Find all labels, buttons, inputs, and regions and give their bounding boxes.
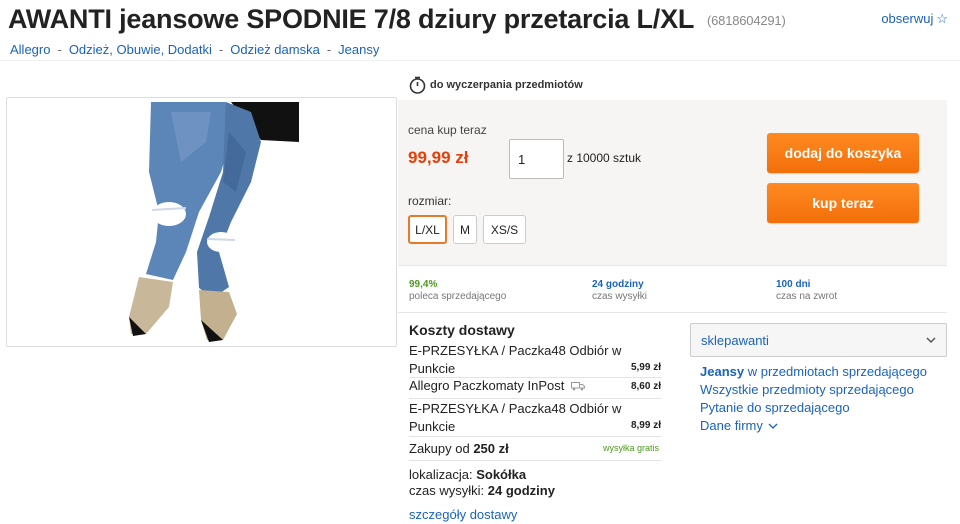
timer-label: do wyczerpania przedmiotów [430,79,583,91]
seller-dropdown[interactable]: sklepawanti [690,323,947,357]
breadcrumb-item-clothing[interactable]: Odzież, Obuwie, Dodatki [69,42,212,57]
offer-id: (6818604291) [707,13,786,29]
free-shipping-prefix: Zakupy od [409,441,470,456]
shipping-option-name: E-PRZESYŁKA / Paczka48 Odbiór w Punkcie [409,401,622,434]
price: 99,99 zł [408,148,469,167]
buy-now-button[interactable]: kup teraz [767,183,919,223]
shipping-details-link[interactable]: szczegóły dostawy [409,507,517,522]
breadcrumb-item-allegro[interactable]: Allegro [10,42,50,57]
size-option-l-xl[interactable]: L/XL [408,215,447,244]
stat-desc: czas wysyłki [592,291,648,302]
stat-desc: czas na zwrot [776,291,838,302]
star-icon: ☆ [936,11,948,26]
shipping-option-name: Allegro Paczkomaty InPost [409,378,565,393]
quantity-input[interactable] [509,139,564,179]
shipping-divider [409,436,661,437]
breadcrumb-separator: - [326,42,332,57]
size-options: L/XL M XS/S [408,215,526,244]
seller-all-items-link[interactable]: Wszystkie przedmioty sprzedającego [700,382,914,397]
company-data-link[interactable]: Dane firmy [700,418,778,433]
seller-links: Jeansy w przedmiotach sprzedającego Wszy… [700,363,927,435]
shipping-option-price: 8,99 zł [630,420,661,431]
shipping-option: E-PRZESYŁKA / Paczka48 Odbiór w Punkcie … [409,400,661,436]
shipping-option: E-PRZESYŁKA / Paczka48 Odbiór w Punkcie … [409,342,661,378]
buy-panel: cena kup teraz 99,99 zł z 10000 sztuk ro… [398,100,947,265]
stat-value: 24 godziny [592,279,644,290]
stat-value: 100 dni [776,279,811,290]
size-option-m[interactable]: M [453,215,477,244]
stopwatch-icon [409,76,426,94]
stock-timer: do wyczerpania przedmiotów [409,76,583,94]
size-option-xs-s[interactable]: XS/S [483,215,526,244]
location-label: lokalizacja: [409,467,473,482]
size-label: rozmiar: [408,194,452,208]
truck-icon [570,382,585,391]
chevron-down-icon [926,337,936,344]
stat-return-time[interactable]: 100 dni czas na zwrot [776,279,837,303]
quantity-available: z 10000 sztuk [567,151,642,165]
shipping-option-price: 8,60 zł [630,381,661,392]
shipping-title: Koszty dostawy [409,322,515,338]
breadcrumb: Allegro - Odzież, Obuwie, Dodatki - Odzież d… [10,42,379,57]
location-info: lokalizacja: Sokółka czas wysyłki: 24 go… [409,467,555,499]
page-title: AWANTI jeansowe SPODNIE 7/8 dziury przet… [8,4,786,35]
stat-shipping-time[interactable]: 24 godziny czas wysyłki [592,279,647,303]
breadcrumb-item-women[interactable]: Odzież damska [230,42,320,57]
header-divider [0,60,960,61]
ship-time-label: czas wysyłki: [409,483,485,498]
shipping-divider [409,398,661,399]
observe-label: obserwuj [881,11,934,26]
stat-desc: poleca sprzedającego [409,291,507,302]
ask-seller-link[interactable]: Pytanie do sprzedającego [700,400,850,415]
location-value: Sokółka [476,467,527,482]
seller-category-link[interactable]: Jeansy w przedmiotach sprzedającego [700,364,927,379]
category-link-rest: w przedmiotach sprzedającego [747,364,927,379]
stats-divider [398,265,947,266]
breadcrumb-item-jeans[interactable]: Jeansy [338,42,379,57]
free-shipping-amount: 250 zł [473,441,509,456]
breadcrumb-separator: - [57,42,62,57]
breadcrumb-separator: - [218,42,224,57]
shipping-option: Allegro Paczkomaty InPost 8,60 zł [409,377,661,397]
stat-value: 99,4% [409,279,438,290]
price-label: cena kup teraz [408,123,487,137]
shipping-option-price: 5,99 zł [630,362,661,373]
shipping-option-name: E-PRZESYŁKA / Paczka48 Odbiór w Punkcie [409,343,622,376]
observe-link[interactable]: obserwuj ☆ [881,11,948,27]
offer-title: AWANTI jeansowe SPODNIE 7/8 dziury przet… [8,4,694,34]
shipping-divider [409,460,661,461]
category-name: Jeansy [700,364,745,379]
jeans-photo [129,102,299,342]
free-shipping-threshold: Zakupy od 250 zł wysyłka gratis [409,441,661,456]
product-image[interactable] [6,97,397,347]
chevron-down-icon [769,423,778,429]
stat-recommend: 99,4% poleca sprzedającego [409,279,506,303]
seller-name: sklepawanti [701,332,769,348]
stats-divider [398,312,947,313]
ship-time-value: 24 godziny [487,483,555,498]
company-data-label: Dane firmy [700,418,763,433]
free-shipping-label: wysyłka gratis [602,443,659,453]
add-to-cart-button[interactable]: dodaj do koszyka [767,133,919,173]
